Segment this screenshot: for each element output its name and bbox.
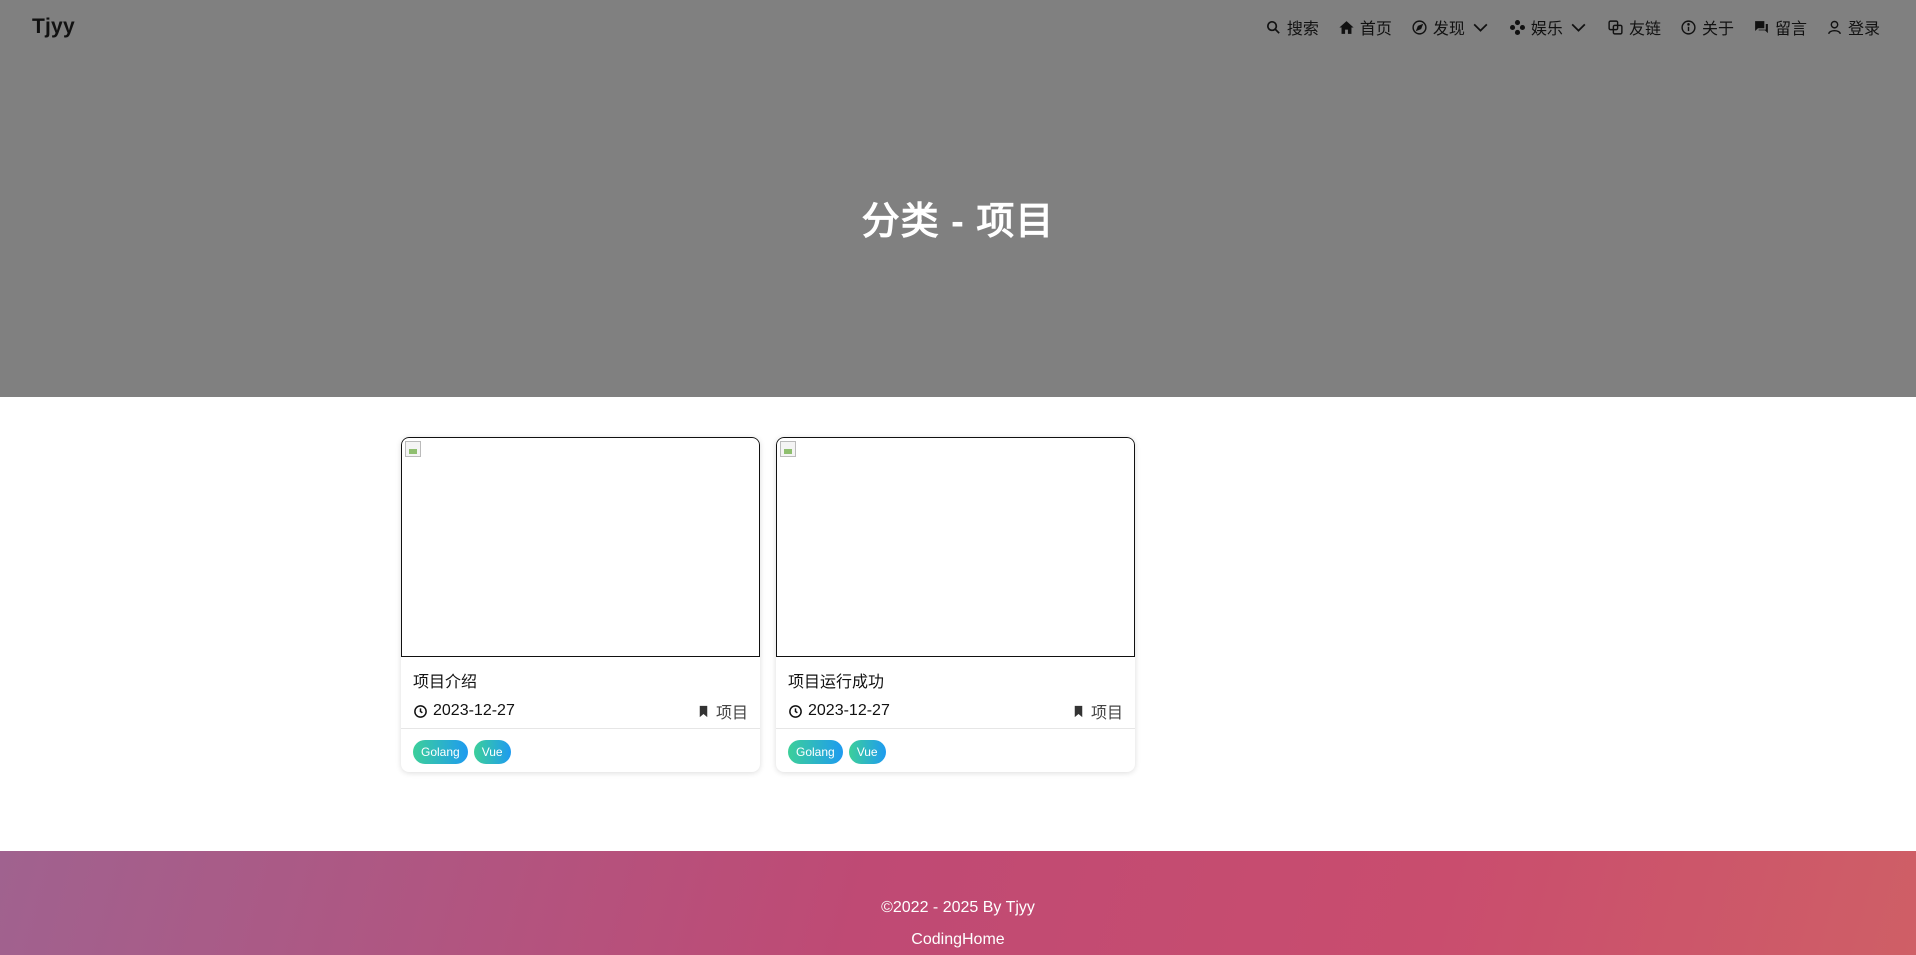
nav-item-login[interactable]: 登录 bbox=[1826, 15, 1880, 39]
nav-menu: 搜索 首页 发现 娱乐 友链 关于 留言 登录 bbox=[1265, 15, 1880, 39]
nav-item-discover[interactable]: 发现 bbox=[1411, 15, 1490, 39]
hero-banner: Tjyy 搜索 首页 发现 娱乐 友链 关于 留言 登录 分类 - 项目 bbox=[0, 0, 1916, 397]
post-meta: 2023-12-27 项目 bbox=[788, 699, 1123, 723]
compass-icon bbox=[1411, 19, 1428, 36]
nav-item-search[interactable]: 搜索 bbox=[1265, 15, 1319, 39]
nav-item-messages[interactable]: 留言 bbox=[1753, 15, 1807, 39]
tag-badge[interactable]: Vue bbox=[848, 740, 886, 764]
tag-badge[interactable]: Golang bbox=[413, 740, 468, 764]
home-icon bbox=[1338, 19, 1355, 36]
bookmark-icon bbox=[696, 704, 711, 719]
post-cover-image[interactable] bbox=[776, 437, 1135, 657]
nav-item-label: 留言 bbox=[1774, 21, 1807, 38]
nav-item-label: 娱乐 bbox=[1530, 21, 1563, 38]
nav-item-label: 关于 bbox=[1701, 21, 1734, 38]
nav-item-label: 友链 bbox=[1628, 21, 1661, 38]
site-brand[interactable]: Tjyy bbox=[32, 15, 75, 39]
card-divider bbox=[401, 728, 760, 729]
post-tags: Golang Vue bbox=[413, 740, 511, 764]
tag-badge[interactable]: Vue bbox=[473, 740, 511, 764]
info-icon bbox=[1680, 19, 1697, 36]
nav-item-label: 发现 bbox=[1432, 21, 1465, 38]
post-date: 2023-12-27 bbox=[413, 702, 515, 720]
chevron-down-icon bbox=[1568, 18, 1588, 37]
chevron-down-icon bbox=[1470, 18, 1490, 37]
gamepad-icon bbox=[1509, 19, 1526, 36]
broken-image-icon bbox=[780, 441, 796, 457]
broken-image-icon bbox=[405, 441, 421, 457]
search-icon bbox=[1265, 19, 1282, 36]
nav-item-about[interactable]: 关于 bbox=[1680, 15, 1734, 39]
nav-item-label: 首页 bbox=[1359, 21, 1392, 38]
post-card[interactable]: 项目介绍 2023-12-27 项目 Golang Vue bbox=[401, 437, 760, 772]
footer-copyright: ©2022 - 2025 By Tjyy bbox=[881, 899, 1035, 916]
nav-item-entertainment[interactable]: 娱乐 bbox=[1509, 15, 1588, 39]
post-cover-image[interactable] bbox=[401, 437, 760, 657]
user-icon bbox=[1826, 19, 1843, 36]
post-card[interactable]: 项目运行成功 2023-12-27 项目 Golang Vue bbox=[776, 437, 1135, 772]
post-title[interactable]: 项目运行成功 bbox=[788, 668, 884, 692]
clock-icon bbox=[413, 704, 428, 719]
post-date-text: 2023-12-27 bbox=[433, 702, 515, 719]
bookmark-icon bbox=[1071, 704, 1086, 719]
page-title: 分类 - 项目 bbox=[861, 201, 1055, 243]
post-category-text: 项目 bbox=[715, 705, 748, 722]
nav-item-links[interactable]: 友链 bbox=[1607, 15, 1661, 39]
post-list: 项目介绍 2023-12-27 项目 Golang Vue 项目运行成功 202… bbox=[401, 437, 1135, 772]
link-icon bbox=[1607, 19, 1624, 36]
clock-icon bbox=[788, 704, 803, 719]
tag-badge[interactable]: Golang bbox=[788, 740, 843, 764]
post-category[interactable]: 项目 bbox=[696, 699, 748, 723]
post-tags: Golang Vue bbox=[788, 740, 886, 764]
post-meta: 2023-12-27 项目 bbox=[413, 699, 748, 723]
chat-icon bbox=[1753, 19, 1770, 36]
post-date: 2023-12-27 bbox=[788, 702, 890, 720]
nav-item-label: 登录 bbox=[1847, 21, 1880, 38]
site-footer: ©2022 - 2025 By Tjyy CodingHome bbox=[0, 851, 1916, 955]
top-nav: Tjyy 搜索 首页 发现 娱乐 友链 关于 留言 登录 bbox=[0, 0, 1916, 54]
post-category-text: 项目 bbox=[1090, 705, 1123, 722]
footer-site-name: CodingHome bbox=[911, 931, 1005, 948]
post-category[interactable]: 项目 bbox=[1071, 699, 1123, 723]
post-title[interactable]: 项目介绍 bbox=[413, 668, 477, 692]
nav-item-label: 搜索 bbox=[1286, 21, 1319, 38]
nav-item-home[interactable]: 首页 bbox=[1338, 15, 1392, 39]
card-divider bbox=[776, 728, 1135, 729]
post-date-text: 2023-12-27 bbox=[808, 702, 890, 719]
